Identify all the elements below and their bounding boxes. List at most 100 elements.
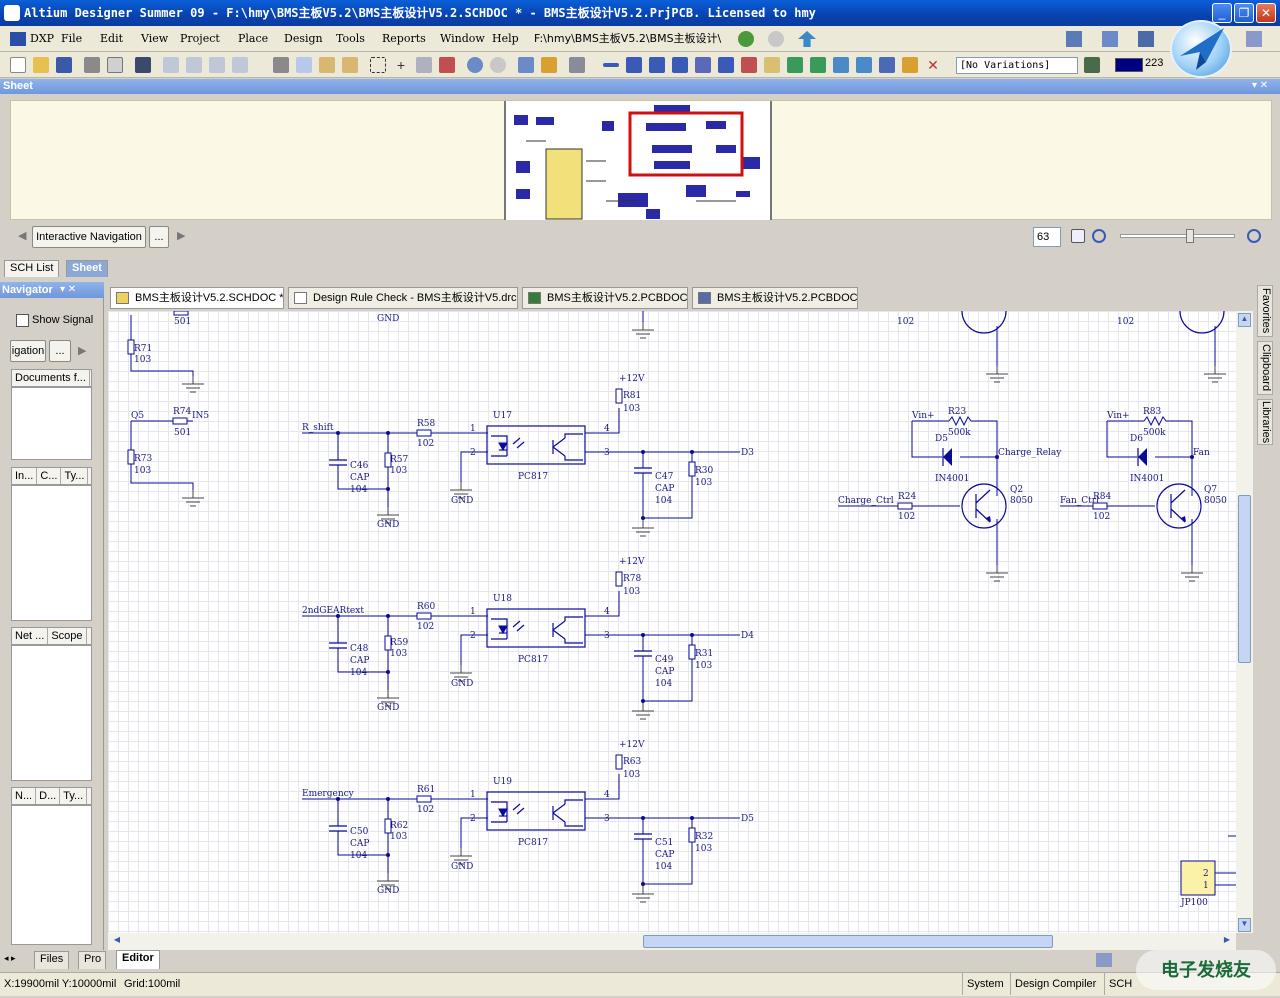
mask-level-icon[interactable] <box>1096 953 1112 967</box>
zoom-in-icon[interactable] <box>1247 229 1261 243</box>
color-swatch[interactable] <box>1115 58 1143 72</box>
navigator-more-button[interactable]: ... <box>49 340 71 362</box>
bus-entry-icon[interactable] <box>649 57 665 73</box>
menu-reports[interactable]: Reports <box>382 32 426 45</box>
no-erc-icon[interactable]: ✕ <box>925 57 941 73</box>
copy-icon[interactable] <box>296 57 312 73</box>
vcc-port-icon[interactable] <box>741 57 757 73</box>
variant-icon[interactable] <box>1084 57 1100 73</box>
navigator-menu-icon[interactable]: ▾ ✕ <box>60 284 76 295</box>
clear-filter-icon[interactable] <box>439 57 455 73</box>
status-design-compiler[interactable]: Design Compiler <box>1010 973 1100 995</box>
zoom-selected-icon[interactable] <box>209 57 225 73</box>
zoom-fit-icon[interactable] <box>163 57 179 73</box>
tab-pcbdoc-1[interactable]: BMS主板设计V5.2.PCBDOC <box>522 287 688 309</box>
zoom-menu-icon[interactable] <box>232 57 248 73</box>
deselect-icon[interactable] <box>416 57 432 73</box>
nav-more-button[interactable]: ... <box>149 226 169 248</box>
chart-icon[interactable] <box>1066 31 1082 47</box>
rubber-stamp-icon[interactable] <box>342 57 358 73</box>
part-icon[interactable] <box>764 57 780 73</box>
net-label-icon[interactable] <box>672 57 688 73</box>
dock-clipboard[interactable]: Clipboard <box>1257 341 1273 395</box>
col-instance[interactable]: In... <box>12 468 38 484</box>
opto-block-1[interactable]: R_shift R58 102 U17 C46 CAP 104 R57 103 … <box>302 374 754 537</box>
tab-sch-list[interactable]: SCH List <box>4 260 60 277</box>
menu-file[interactable]: File <box>61 32 82 45</box>
minimize-button[interactable]: _ <box>1212 3 1232 23</box>
net-icon[interactable] <box>695 57 711 73</box>
zoom-slider-thumb[interactable] <box>1186 229 1194 243</box>
menu-view[interactable]: View <box>141 32 168 45</box>
tab-drc[interactable]: Design Rule Check - BMS主板设计V5.drc <box>288 287 518 309</box>
menu-dxp[interactable]: DXP <box>30 32 54 45</box>
col-designator[interactable]: D... <box>36 788 61 804</box>
scroll-left-icon[interactable]: ◀ <box>110 935 124 948</box>
cross-probe-icon[interactable] <box>541 57 557 73</box>
align-icon[interactable] <box>1102 31 1118 47</box>
print-preview-icon[interactable] <box>107 57 123 73</box>
bus-icon[interactable] <box>626 57 642 73</box>
wire-icon[interactable] <box>603 63 619 67</box>
open-icon[interactable] <box>33 57 49 73</box>
navigator-next-icon[interactable]: ▶ <box>78 344 86 357</box>
col-type[interactable]: Ty... <box>61 468 89 484</box>
sheet-entry-icon[interactable] <box>810 57 826 73</box>
power-port-icon[interactable] <box>1138 31 1154 47</box>
directive-icon[interactable] <box>902 57 918 73</box>
dock-favorites[interactable]: Favorites <box>1257 285 1273 337</box>
menu-tools[interactable]: Tools <box>336 32 365 45</box>
scroll-right-icon[interactable]: ▶ <box>1220 935 1234 948</box>
interactive-navigation-button[interactable]: Interactive Navigation <box>32 226 146 248</box>
navigator-navigation-button[interactable]: igation <box>10 340 46 362</box>
gnd-port-icon[interactable] <box>718 57 734 73</box>
layers-icon[interactable] <box>135 57 151 73</box>
documents-list[interactable] <box>11 387 92 460</box>
forward-icon[interactable] <box>768 31 784 47</box>
panel-pin-icon[interactable]: ▾ ✕ <box>1252 80 1268 91</box>
tab-schdoc[interactable]: BMS主板设计V5.2.SCHDOC * <box>110 287 284 309</box>
tab-files[interactable]: Files <box>34 951 70 969</box>
zoom-slider[interactable] <box>1120 234 1235 238</box>
menu-help[interactable]: Help <box>492 32 519 45</box>
scroll-down-icon[interactable]: ▼ <box>1238 918 1251 932</box>
schematic-canvas[interactable]: 501 GND 102 102 R71 103 Q5 R74 IN5 501 R… <box>108 311 1236 933</box>
paste-icon[interactable] <box>319 57 335 73</box>
redo-icon[interactable] <box>490 57 506 73</box>
tab-pcbdoc-2[interactable]: BMS主板设计V5.2.PCBDOC <box>692 287 858 309</box>
charge-relay-driver[interactable]: Vin+ R23 500k D5 IN4001 Charge_Relay Cha… <box>838 407 1062 582</box>
cut-icon[interactable] <box>273 57 289 73</box>
fan-driver[interactable]: Vin+ R83 500k D6 IN4001 Fan Fan_Ctrl R84… <box>1060 407 1227 582</box>
opto-block-2[interactable]: 2ndGEARtext R60 102 U18 C48 CAP 104 R59 … <box>302 557 754 720</box>
print-icon[interactable] <box>84 57 100 73</box>
dxp-icon[interactable] <box>10 32 26 46</box>
port-icon[interactable] <box>856 57 872 73</box>
documents-header[interactable]: Documents f... <box>11 369 92 387</box>
variations-select[interactable]: [No Variations] <box>956 57 1078 74</box>
compile-icon[interactable] <box>569 57 585 73</box>
nets-list[interactable] <box>11 645 92 781</box>
zoom-fit-icon[interactable] <box>1071 229 1085 243</box>
dock-libraries[interactable]: Libraries <box>1257 399 1273 445</box>
hierarchy-icon[interactable] <box>518 57 534 73</box>
schematic-drawing[interactable]: 501 GND 102 102 R71 103 Q5 R74 IN5 501 R… <box>108 311 1236 933</box>
zoom-area-icon[interactable] <box>186 57 202 73</box>
zoom-out-icon[interactable] <box>1092 229 1106 243</box>
vertical-scroll-thumb[interactable] <box>1238 495 1251 663</box>
menu-place[interactable]: Place <box>238 32 268 45</box>
sheet-minimap[interactable] <box>504 101 772 220</box>
grid-icon[interactable] <box>1246 31 1262 47</box>
scroll-up-icon[interactable]: ▲ <box>1238 313 1251 327</box>
col-net[interactable]: Net ... <box>12 628 49 644</box>
status-sch[interactable]: SCH <box>1104 973 1136 995</box>
device-sheet-icon[interactable] <box>833 57 849 73</box>
zoom-input[interactable]: 63 <box>1033 227 1061 247</box>
documents-column[interactable]: Documents f... <box>12 370 90 386</box>
col-comment[interactable]: C... <box>37 468 62 484</box>
maximize-button[interactable]: ❐ <box>1234 3 1254 23</box>
opto-block-3[interactable]: Emergency R61 102 U19 C50 CAP 104 R62 10… <box>302 740 754 903</box>
sheet-symbol-icon[interactable] <box>787 57 803 73</box>
back-icon[interactable] <box>738 31 754 47</box>
save-icon[interactable] <box>56 57 72 73</box>
tab-sheet[interactable]: Sheet <box>66 260 108 277</box>
